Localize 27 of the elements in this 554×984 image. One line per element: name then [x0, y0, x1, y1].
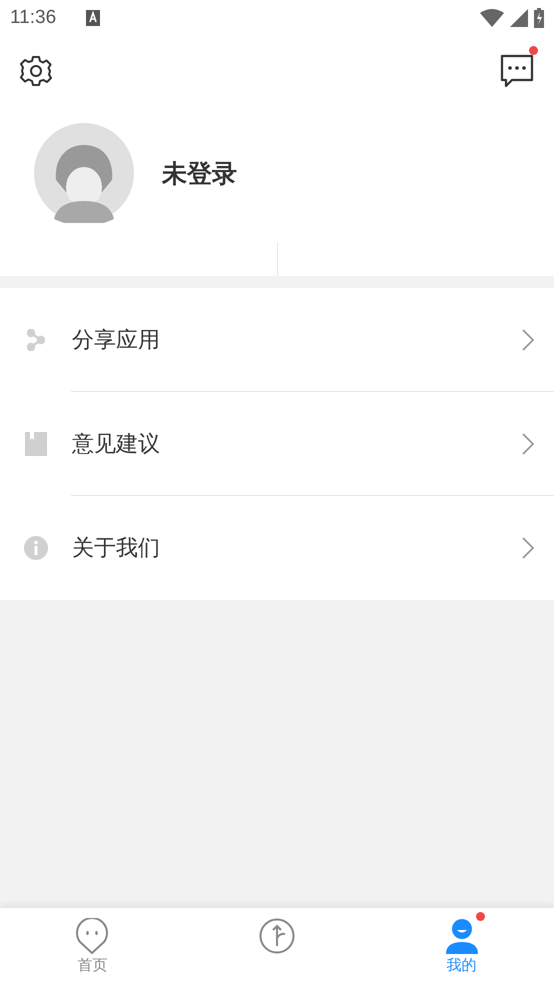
share-icon [27, 329, 45, 351]
menu-item[interactable]: 分享应用 [0, 288, 554, 392]
chevron-icon [522, 329, 534, 351]
person-icon [444, 918, 479, 954]
login-status[interactable]: 未登录 [162, 156, 237, 190]
keyboard-icon [86, 10, 100, 26]
menu-label: 关于我们 [72, 535, 160, 563]
status-time: 11:36 [10, 7, 56, 29]
menu-item[interactable]: 关于我们 [0, 496, 554, 600]
settings-icon[interactable] [20, 55, 52, 87]
wifi-icon [480, 9, 504, 27]
menu-label: 意见建议 [72, 431, 160, 459]
tab-label: 我的 [446, 956, 477, 975]
chevron-icon [522, 433, 534, 455]
upload-icon [259, 918, 295, 954]
info-icon [24, 536, 48, 560]
menu-label: 分享应用 [72, 327, 160, 355]
battery-icon [534, 8, 544, 28]
tab-label: 首页 [77, 956, 108, 975]
tab[interactable]: 首页 [0, 908, 185, 984]
chevron-icon [522, 537, 534, 559]
avatar[interactable] [34, 123, 134, 223]
bookmark-icon [25, 432, 47, 456]
home-icon [75, 918, 110, 954]
menu-item[interactable]: 意见建议 [0, 392, 554, 496]
signal-icon [510, 9, 528, 27]
message-icon[interactable] [500, 54, 534, 88]
